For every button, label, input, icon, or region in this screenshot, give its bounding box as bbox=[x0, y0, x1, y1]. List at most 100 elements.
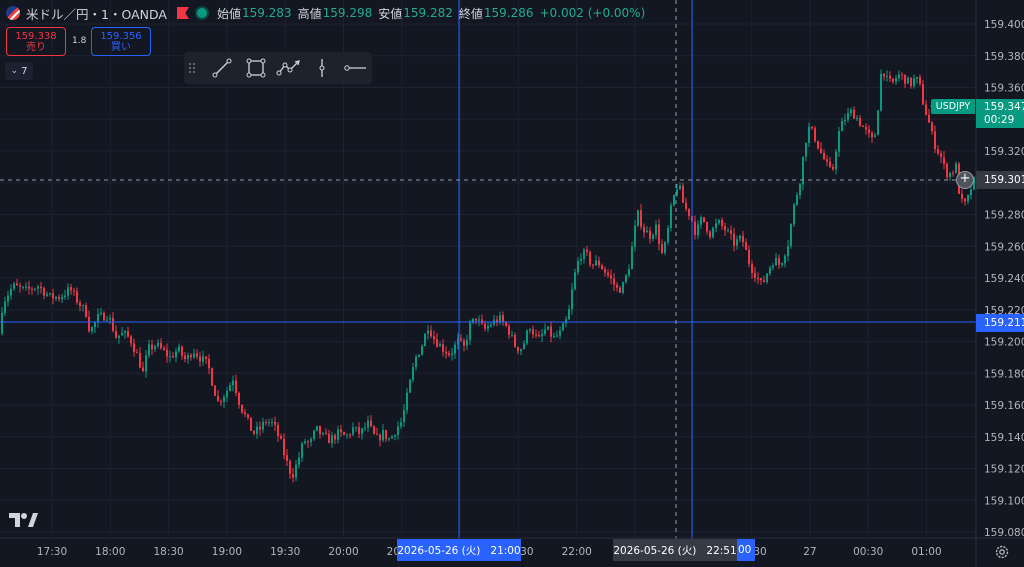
sell-button[interactable]: 159.338 売り bbox=[6, 27, 66, 56]
candle bbox=[157, 339, 159, 349]
candle bbox=[172, 352, 174, 359]
trend-line-icon[interactable] bbox=[206, 54, 239, 82]
candle bbox=[538, 330, 540, 338]
candle bbox=[772, 262, 774, 271]
candle bbox=[40, 281, 42, 294]
candle bbox=[502, 311, 504, 326]
candle bbox=[217, 390, 219, 403]
candle bbox=[607, 269, 609, 279]
candle bbox=[577, 257, 579, 276]
candle bbox=[946, 162, 948, 181]
candle bbox=[313, 429, 315, 441]
candle bbox=[715, 218, 717, 233]
candle bbox=[130, 335, 132, 347]
candle bbox=[961, 189, 963, 203]
candle bbox=[886, 70, 888, 82]
candle bbox=[379, 433, 381, 447]
candle bbox=[250, 417, 252, 431]
candle bbox=[682, 182, 684, 203]
candle bbox=[628, 264, 630, 278]
buy-button[interactable]: 159.356 買い bbox=[91, 27, 151, 56]
candle bbox=[673, 194, 675, 207]
candle bbox=[853, 106, 855, 119]
candle bbox=[727, 227, 729, 233]
price-axis[interactable]: 159.400159.380159.360159.340159.320159.3… bbox=[984, 19, 1024, 539]
candle bbox=[850, 107, 852, 117]
candle bbox=[583, 247, 585, 264]
horizontal-ray-icon[interactable] bbox=[339, 54, 372, 82]
candle bbox=[94, 321, 96, 333]
symbol-title[interactable]: 米ドル／円・1・OANDA bbox=[26, 4, 167, 23]
candle bbox=[262, 417, 264, 434]
candle bbox=[124, 329, 126, 339]
candle bbox=[520, 348, 522, 356]
candle bbox=[103, 311, 105, 321]
vertical-line-time-label-tail: 00 bbox=[737, 539, 755, 561]
candle bbox=[76, 287, 78, 305]
candle bbox=[310, 436, 312, 447]
chevron-down-icon: ⌄ bbox=[10, 66, 19, 76]
candle bbox=[181, 345, 183, 360]
candle bbox=[445, 346, 447, 359]
candle bbox=[595, 255, 597, 266]
candle bbox=[406, 388, 408, 415]
candle bbox=[451, 347, 453, 361]
candle bbox=[679, 182, 681, 191]
candle bbox=[874, 132, 876, 138]
time-tick-label: 20:00 bbox=[328, 546, 358, 558]
horizontal-line-price-label: 159.211 bbox=[976, 314, 1024, 332]
drag-handle-icon[interactable] bbox=[188, 62, 196, 74]
candle bbox=[382, 423, 384, 443]
candle bbox=[22, 285, 24, 291]
candle bbox=[952, 170, 954, 177]
candle bbox=[790, 223, 792, 249]
candle bbox=[211, 367, 213, 387]
candle bbox=[805, 142, 807, 162]
vertical-line-icon[interactable] bbox=[306, 54, 339, 82]
candle bbox=[757, 272, 759, 284]
candle bbox=[658, 218, 660, 251]
candle bbox=[187, 352, 189, 364]
candle bbox=[355, 426, 357, 432]
candle bbox=[385, 429, 387, 443]
gear-icon[interactable] bbox=[994, 544, 1010, 560]
candle bbox=[697, 220, 699, 240]
candle bbox=[418, 354, 420, 358]
candle bbox=[736, 235, 738, 250]
candle bbox=[940, 150, 942, 164]
price-tick-label: 159.240 bbox=[984, 273, 1024, 285]
candle bbox=[883, 73, 885, 81]
candle bbox=[721, 217, 723, 230]
candle bbox=[811, 126, 813, 130]
candle bbox=[160, 338, 162, 351]
candle bbox=[487, 321, 489, 333]
candle bbox=[337, 425, 339, 444]
candle bbox=[919, 74, 921, 87]
candle bbox=[388, 437, 390, 442]
tradingview-logo-icon[interactable] bbox=[8, 512, 38, 528]
candle bbox=[526, 328, 528, 346]
add-order-icon[interactable]: + bbox=[956, 171, 974, 189]
low-label: 安値 bbox=[378, 6, 403, 21]
path-icon[interactable] bbox=[272, 54, 305, 82]
price-tick-label: 159.280 bbox=[984, 210, 1024, 222]
indicators-toggle[interactable]: ⌄ 7 bbox=[5, 62, 33, 80]
candle bbox=[907, 76, 909, 84]
bar-countdown: 00:29 bbox=[984, 113, 1015, 126]
candle bbox=[817, 140, 819, 150]
candle bbox=[361, 427, 363, 440]
candle bbox=[613, 273, 615, 291]
candle bbox=[535, 329, 537, 339]
candle bbox=[196, 349, 198, 360]
candle bbox=[931, 121, 933, 136]
candle bbox=[826, 155, 828, 167]
candle bbox=[964, 198, 966, 206]
candle bbox=[655, 220, 657, 240]
candle bbox=[928, 109, 930, 123]
flag-marker-icon[interactable] bbox=[176, 7, 189, 19]
rectangle-icon[interactable] bbox=[239, 54, 272, 82]
price-chart[interactable]: 159.400159.380159.360159.340159.320159.3… bbox=[0, 0, 1024, 567]
candle bbox=[916, 76, 918, 84]
candle bbox=[793, 202, 795, 228]
candle bbox=[4, 296, 6, 317]
